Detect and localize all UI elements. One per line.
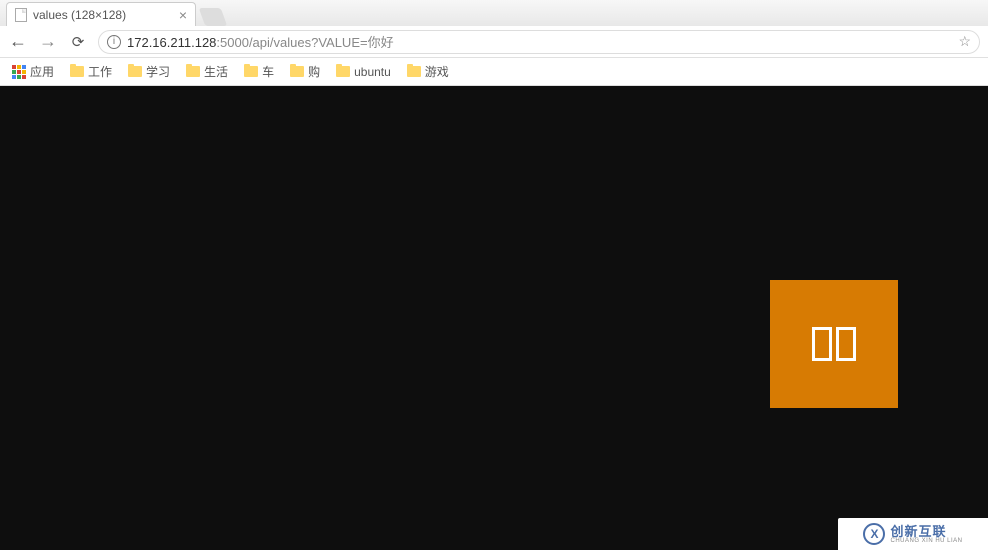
bookmark-star-icon[interactable]: ☆ (958, 33, 971, 50)
watermark-text: 创新互联 CHUANG XIN HU LIAN (890, 525, 962, 544)
folder-icon (407, 66, 421, 77)
folder-icon (70, 66, 84, 77)
nav-bar: ← → ⟳ i 172.16.211.128:5000/api/values?V… (0, 26, 988, 58)
tofu-glyph-icon (836, 327, 856, 361)
page-content: X 创新互联 CHUANG XIN HU LIAN (0, 86, 988, 550)
watermark-logo-icon: X (863, 523, 885, 545)
folder-icon (244, 66, 258, 77)
browser-tab[interactable]: values (128×128) × (6, 2, 196, 26)
bookmark-label: 购 (308, 63, 320, 80)
bookmark-folder[interactable]: 学习 (122, 60, 176, 83)
folder-icon (290, 66, 304, 77)
folder-icon (186, 66, 200, 77)
apps-button[interactable]: 应用 (6, 60, 60, 83)
url-text: 172.16.211.128:5000/api/values?VALUE=你好 (127, 32, 952, 51)
bookmark-folder[interactable]: 生活 (180, 60, 234, 83)
address-bar[interactable]: i 172.16.211.128:5000/api/values?VALUE=你… (98, 30, 980, 54)
bookmark-folder[interactable]: ubuntu (330, 62, 397, 82)
close-icon[interactable]: × (179, 7, 187, 23)
apps-icon (12, 65, 26, 79)
back-button[interactable]: ← (8, 31, 28, 52)
folder-icon (128, 66, 142, 77)
bookmark-label: ubuntu (354, 65, 391, 79)
page-icon (15, 8, 27, 22)
bookmark-label: 工作 (88, 63, 112, 80)
tofu-glyph-icon (812, 327, 832, 361)
watermark: X 创新互联 CHUANG XIN HU LIAN (838, 518, 988, 550)
tab-bar: values (128×128) × (0, 0, 988, 26)
folder-icon (336, 66, 350, 77)
bookmark-folder[interactable]: 购 (284, 60, 326, 83)
forward-button[interactable]: → (38, 31, 58, 52)
bookmarks-bar: 应用 工作 学习 生活 车 购 ubuntu 游戏 (0, 58, 988, 86)
site-info-icon[interactable]: i (107, 35, 121, 49)
bookmark-label: 学习 (146, 63, 170, 80)
bookmark-label: 生活 (204, 63, 228, 80)
bookmark-folder[interactable]: 工作 (64, 60, 118, 83)
watermark-en: CHUANG XIN HU LIAN (890, 538, 962, 544)
bookmark-label: 游戏 (425, 63, 449, 80)
bookmark-folder[interactable]: 车 (238, 60, 280, 83)
bookmark-folder[interactable]: 游戏 (401, 60, 455, 83)
rendered-image (770, 280, 898, 408)
watermark-cn: 创新互联 (890, 525, 962, 538)
bookmark-label: 车 (262, 63, 274, 80)
reload-button[interactable]: ⟳ (68, 33, 88, 51)
new-tab-button[interactable] (199, 8, 228, 26)
apps-label: 应用 (30, 63, 54, 80)
tab-title: values (128×128) (33, 8, 173, 22)
